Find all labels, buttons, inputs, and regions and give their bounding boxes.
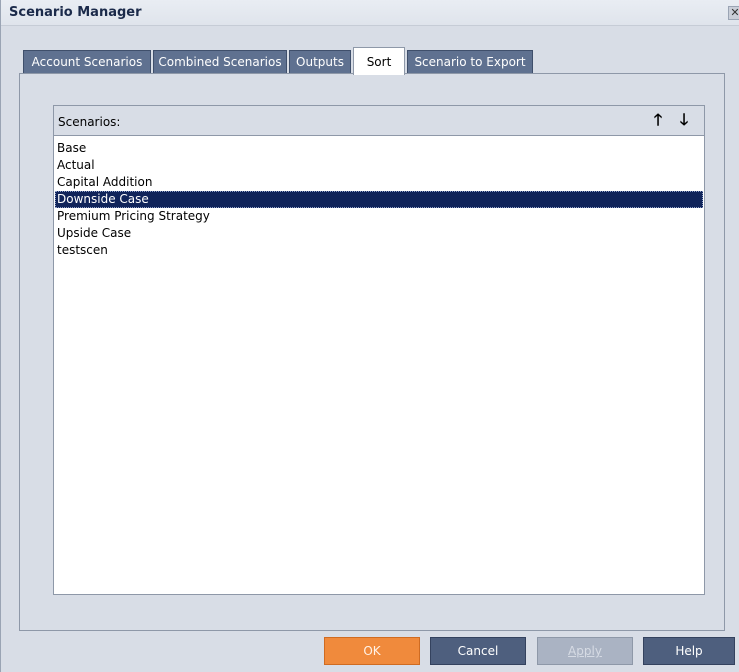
tab-combined-scenarios[interactable]: Combined Scenarios (153, 50, 287, 74)
list-item[interactable]: Upside Case (55, 225, 703, 242)
list-item[interactable]: Actual (55, 157, 703, 174)
cancel-button[interactable]: Cancel (430, 637, 526, 665)
tab-outputs[interactable]: Outputs (289, 50, 351, 74)
close-icon[interactable]: ✕ (728, 6, 739, 20)
list-item[interactable]: testscen (55, 242, 703, 259)
apply-button[interactable]: Apply (537, 637, 633, 665)
scenarios-header: Scenarios: 🡑 🡓 (54, 106, 704, 136)
help-button[interactable]: Help (643, 637, 735, 665)
list-item[interactable]: Capital Addition (55, 174, 703, 191)
tab-account-scenarios[interactable]: Account Scenarios (23, 50, 151, 74)
list-item[interactable]: Base (55, 140, 703, 157)
scenarios-list-box: Scenarios: 🡑 🡓 Base Actual Capital Addit… (53, 105, 705, 595)
tab-sort[interactable]: Sort (353, 47, 405, 75)
tab-scenario-to-export[interactable]: Scenario to Export (407, 50, 533, 74)
list-item-selected[interactable]: Downside Case (55, 191, 703, 208)
title-bar: Scenario Manager ✕ (1, 0, 739, 26)
button-bar: OK Cancel Apply Help (1, 631, 739, 672)
scenarios-list[interactable]: Base Actual Capital Addition Downside Ca… (55, 140, 703, 259)
window-title: Scenario Manager (9, 5, 142, 20)
scenario-manager-window: Scenario Manager ✕ Account Scenarios Com… (0, 0, 739, 672)
scenarios-label: Scenarios: (58, 115, 121, 129)
list-item[interactable]: Premium Pricing Strategy (55, 208, 703, 225)
move-up-icon[interactable]: 🡑 (648, 110, 668, 130)
sort-panel: Scenarios: 🡑 🡓 Base Actual Capital Addit… (19, 73, 725, 631)
move-down-icon[interactable]: 🡓 (674, 110, 694, 130)
ok-button[interactable]: OK (324, 637, 420, 665)
